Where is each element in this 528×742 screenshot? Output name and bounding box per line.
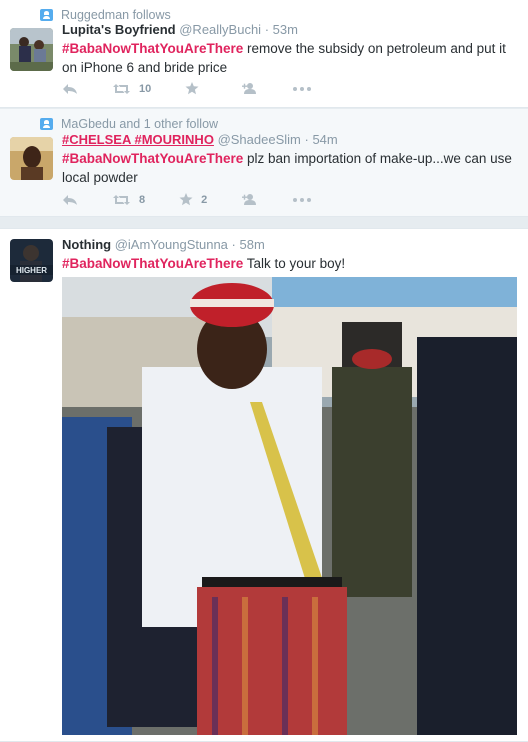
hashtag-link[interactable]: #BabaNowThatYouAreThere — [62, 151, 243, 166]
username[interactable]: @ShadeeSlim — [218, 132, 301, 147]
avatar[interactable] — [10, 28, 53, 71]
retweet-count: 10 — [139, 82, 152, 95]
follow-button[interactable] — [241, 82, 259, 95]
star-icon — [185, 82, 199, 95]
star-icon — [179, 193, 193, 206]
follow-context-icon — [40, 118, 53, 130]
tweet-text: #BabaNowThatYouAreThere remove the subsi… — [62, 39, 518, 77]
avatar[interactable] — [10, 137, 53, 180]
tweet-header: #CHELSEA #MOURINHO @ShadeeSlim · 54m — [62, 131, 518, 149]
retweet-count: 8 — [139, 193, 146, 206]
fullname[interactable]: #CHELSEA #MOURINHO — [62, 132, 214, 147]
tweet-content: Lupita's Boyfriend @ReallyBuchi · 53m #B… — [62, 21, 518, 77]
retweet-button[interactable]: 10 — [112, 83, 151, 95]
tweet-header: Nothing @iAmYoungStunna · 58m — [62, 236, 518, 254]
favorite-button[interactable]: 2 — [179, 193, 207, 206]
tweet-content: #CHELSEA #MOURINHO @ShadeeSlim · 54m #Ba… — [62, 131, 518, 187]
tweet-body: Talk to your boy! — [243, 256, 346, 271]
add-user-icon — [242, 83, 257, 94]
fullname[interactable]: Nothing — [62, 237, 111, 252]
more-icon — [293, 197, 312, 202]
more-button[interactable] — [293, 86, 312, 91]
avatar[interactable]: HIGHER — [10, 239, 53, 282]
timestamp[interactable]: 58m — [240, 237, 265, 252]
add-user-icon — [242, 194, 257, 205]
tweet-actions: 8 2 — [62, 193, 345, 206]
tweet-text: #BabaNowThatYouAreThere plz ban importat… — [62, 149, 518, 187]
retweet-icon — [113, 83, 130, 94]
reply-icon — [63, 83, 77, 94]
tweet-content: Nothing @iAmYoungStunna · 58m #BabaNowTh… — [62, 236, 518, 273]
avatar-text: HIGHER — [16, 266, 47, 275]
retweet-icon — [113, 194, 130, 205]
tweet-context: MaGbedu and 1 other follow — [40, 117, 218, 131]
retweet-button[interactable]: 8 — [112, 194, 145, 206]
follow-button[interactable] — [241, 193, 259, 206]
context-text: Ruggedman follows — [61, 8, 171, 22]
timestamp[interactable]: 54m — [312, 132, 337, 147]
tweet[interactable]: MaGbedu and 1 other follow #CHELSEA #MOU… — [0, 109, 528, 217]
tweet[interactable]: Ruggedman follows Lupita's Boyfriend @Re… — [0, 0, 528, 108]
hashtag-link[interactable]: #BabaNowThatYouAreThere — [62, 256, 243, 271]
fullname[interactable]: Lupita's Boyfriend — [62, 22, 176, 37]
more-button[interactable] — [293, 197, 312, 202]
reply-button[interactable] — [62, 83, 78, 95]
context-text: MaGbedu and 1 other follow — [61, 117, 219, 131]
tweet[interactable]: HIGHER Nothing @iAmYoungStunna · 58m #Ba… — [0, 228, 528, 742]
favorite-count: 2 — [201, 193, 208, 206]
hashtag-link[interactable]: #BabaNowThatYouAreThere — [62, 41, 243, 56]
timestamp[interactable]: 53m — [273, 22, 298, 37]
timeline: Ruggedman follows Lupita's Boyfriend @Re… — [0, 0, 528, 742]
separator-dot: · — [264, 22, 270, 37]
tweet-header: Lupita's Boyfriend @ReallyBuchi · 53m — [62, 21, 518, 39]
separator-dot: · — [231, 237, 236, 252]
more-icon — [293, 86, 312, 91]
username[interactable]: @ReallyBuchi — [179, 22, 261, 37]
tweet-context: Ruggedman follows — [40, 8, 171, 22]
follow-context-icon — [40, 9, 53, 21]
reply-icon — [63, 194, 77, 205]
tweet-photo[interactable] — [62, 277, 517, 735]
separator-dot: · — [304, 132, 309, 147]
tweet-actions: 10 — [62, 82, 345, 95]
favorite-button[interactable] — [185, 82, 207, 95]
username[interactable]: @iAmYoungStunna — [115, 237, 228, 252]
photo-image — [62, 277, 517, 735]
reply-button[interactable] — [62, 194, 78, 206]
tweet-text: #BabaNowThatYouAreThere Talk to your boy… — [62, 254, 518, 273]
